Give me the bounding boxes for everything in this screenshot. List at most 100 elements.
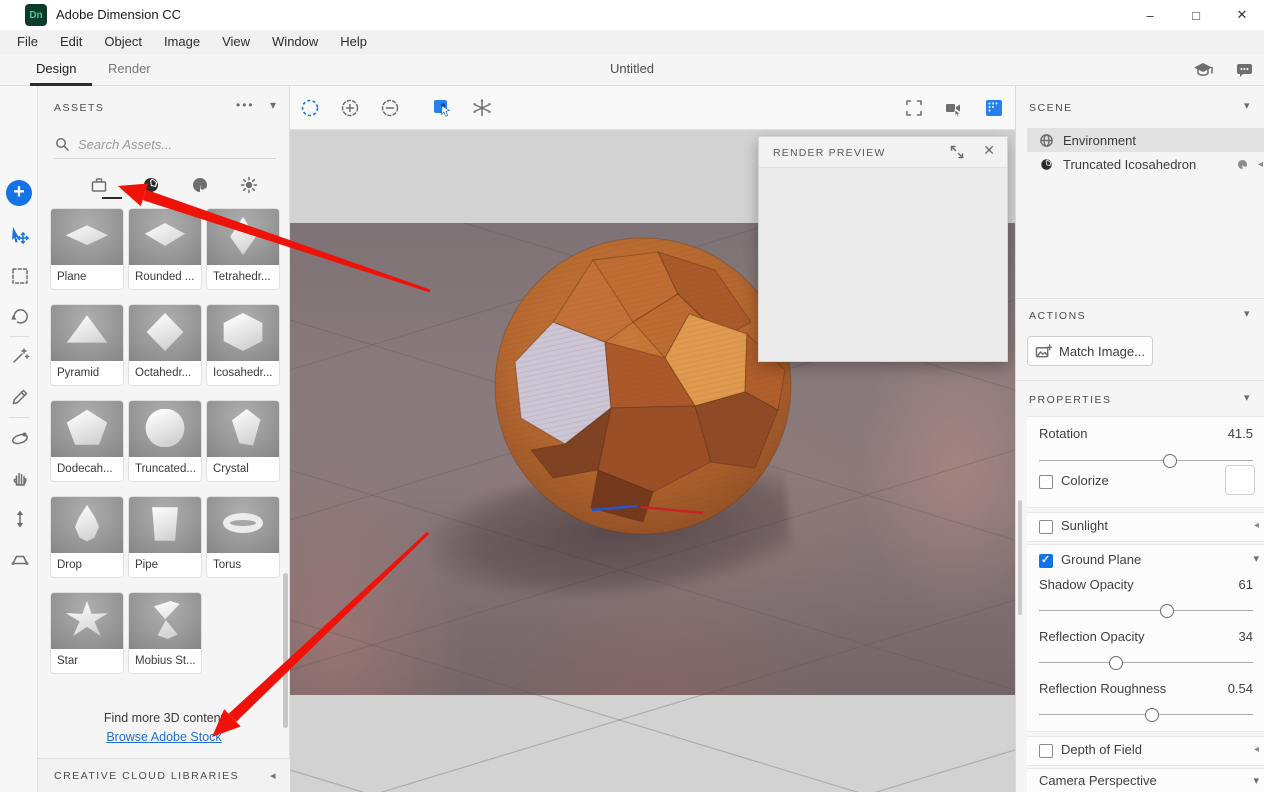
eyedropper-tool-icon[interactable]	[8, 385, 32, 409]
rotate-tool-icon[interactable]	[8, 304, 32, 328]
horizon-tool-icon[interactable]	[8, 547, 32, 571]
maximize-button[interactable]: □	[1174, 0, 1218, 30]
category-models-icon[interactable]	[140, 174, 162, 196]
asset-card[interactable]: Crystal	[206, 400, 280, 482]
shadow-opacity-slider[interactable]	[1039, 603, 1253, 617]
properties-collapse-chevron-icon[interactable]: ▾	[1244, 391, 1250, 404]
menu-item[interactable]: Help	[329, 30, 378, 54]
asset-search-field[interactable]: Search Assets...	[54, 130, 276, 159]
menu-item[interactable]: Edit	[49, 30, 93, 54]
scene-item-environment[interactable]: Environment	[1027, 128, 1264, 152]
asset-card[interactable]: Mobius St...	[128, 592, 202, 674]
asset-grid: Plane Rounded ... Tetrahedr... Pyramid	[50, 208, 284, 674]
rotation-slider-thumb[interactable]	[1163, 454, 1177, 468]
dolly-camera-tool-icon[interactable]	[8, 507, 32, 531]
zoom-fit-icon[interactable]	[902, 96, 926, 120]
render-preview-toggle-icon[interactable]	[982, 96, 1006, 120]
asset-card[interactable]: Rounded ...	[128, 208, 202, 290]
camera-perspective-row[interactable]: Camera Perspective ▾	[1027, 768, 1264, 792]
ground-plane-checkbox[interactable]	[1039, 554, 1053, 568]
render-preview-panel[interactable]: RENDER PREVIEW ✕	[758, 136, 1008, 362]
sunlight-checkbox[interactable]	[1039, 520, 1053, 534]
feedback-icon[interactable]	[1233, 60, 1255, 80]
reflection-opacity-slider-thumb[interactable]	[1109, 656, 1123, 670]
depth-of-field-checkbox[interactable]	[1039, 744, 1053, 758]
depth-of-field-expand-chevron-icon[interactable]: ◂	[1254, 744, 1259, 755]
match-image-icon	[1035, 344, 1052, 359]
magic-wand-tool-icon[interactable]	[8, 344, 32, 368]
orbit-camera-tool-icon[interactable]	[8, 426, 32, 450]
pan-camera-tool-icon[interactable]	[8, 466, 32, 490]
creative-cloud-libraries-bar[interactable]: CREATIVE CLOUD LIBRARIES ◂	[38, 758, 290, 792]
selection-lasso-icon[interactable]	[298, 96, 322, 120]
tools-sidebar: +	[0, 86, 38, 792]
learn-icon[interactable]	[1192, 60, 1214, 80]
menu-item[interactable]: Object	[93, 30, 153, 54]
material-icon[interactable]	[1236, 158, 1249, 171]
close-button[interactable]: ✕	[1220, 0, 1264, 30]
menu-item[interactable]: File	[6, 30, 49, 54]
asset-card[interactable]: Plane	[50, 208, 124, 290]
assets-menu-dots-icon[interactable]: •••	[236, 98, 255, 112]
scene-item-truncated-icosahedron[interactable]: Truncated Icosahedron ◂	[1027, 152, 1264, 176]
select-move-tool-icon[interactable]	[8, 224, 32, 248]
depth-of-field-label: Depth of Field	[1061, 742, 1142, 757]
assets-scrollbar[interactable]	[283, 573, 288, 728]
reflection-roughness-slider-thumb[interactable]	[1145, 708, 1159, 722]
shadow-opacity-value[interactable]: 61	[1239, 577, 1253, 592]
reflection-opacity-value[interactable]: 34	[1239, 629, 1253, 644]
menu-item[interactable]: View	[211, 30, 261, 54]
selection-subtract-icon[interactable]	[378, 96, 402, 120]
actions-collapse-chevron-icon[interactable]: ▾	[1244, 307, 1250, 320]
asset-card[interactable]: Torus	[206, 496, 280, 578]
asset-thumbnail	[51, 209, 123, 265]
asset-card[interactable]: Truncated...	[128, 400, 202, 482]
marquee-select-tool-icon[interactable]	[8, 264, 32, 288]
expand-row-chevron-icon[interactable]: ◂	[1258, 159, 1263, 170]
asset-card[interactable]: Octahedr...	[128, 304, 202, 386]
add-content-button[interactable]: +	[6, 180, 32, 206]
selection-add-icon[interactable]	[338, 96, 362, 120]
camera-perspective-chevron-icon[interactable]: ▾	[1253, 774, 1259, 787]
scene-item-label: Truncated Icosahedron	[1063, 157, 1196, 172]
asset-card[interactable]: Pyramid	[50, 304, 124, 386]
sunlight-expand-chevron-icon[interactable]: ◂	[1254, 520, 1259, 531]
asset-card[interactable]: Star	[50, 592, 124, 674]
category-materials-icon[interactable]	[189, 174, 211, 196]
menu-item[interactable]: Image	[153, 30, 211, 54]
rotation-value[interactable]: 41.5	[1228, 426, 1253, 441]
close-icon[interactable]: ✕	[983, 142, 995, 159]
rotation-slider[interactable]	[1039, 453, 1253, 467]
colorize-color-swatch[interactable]	[1225, 465, 1255, 495]
browse-adobe-stock-link[interactable]: Browse Adobe Stock	[106, 730, 221, 744]
ground-plane-collapse-chevron-icon[interactable]: ▾	[1253, 552, 1259, 565]
assets-collapse-chevron-icon[interactable]: ▾	[270, 98, 276, 112]
category-lights-icon[interactable]	[238, 174, 260, 196]
expand-icon[interactable]	[949, 144, 965, 160]
asset-card[interactable]: Drop	[50, 496, 124, 578]
transform-axes-icon[interactable]	[470, 96, 494, 120]
right-panel-scrollbar[interactable]	[1018, 500, 1022, 615]
render-preview-header[interactable]: RENDER PREVIEW ✕	[759, 137, 1007, 168]
select-similar-icon[interactable]	[430, 96, 454, 120]
reflection-roughness-value[interactable]: 0.54	[1228, 681, 1253, 696]
match-image-button[interactable]: Match Image...	[1027, 336, 1153, 366]
asset-card[interactable]: Pipe	[128, 496, 202, 578]
asset-card[interactable]: Tetrahedr...	[206, 208, 280, 290]
camera-bookmarks-icon[interactable]	[942, 96, 966, 120]
asset-card[interactable]: Dodecah...	[50, 400, 124, 482]
asset-thumbnail	[207, 497, 279, 553]
reflection-opacity-slider[interactable]	[1039, 655, 1253, 669]
asset-card[interactable]: Icosahedr...	[206, 304, 280, 386]
menu-item[interactable]: Window	[261, 30, 329, 54]
reflection-roughness-slider[interactable]	[1039, 707, 1253, 721]
reflection-opacity-label: Reflection Opacity	[1039, 629, 1145, 644]
scene-collapse-chevron-icon[interactable]: ▾	[1244, 99, 1250, 112]
colorize-checkbox[interactable]	[1039, 475, 1053, 489]
libraries-collapse-chevron-icon[interactable]: ◂	[270, 769, 276, 782]
minimize-button[interactable]: –	[1128, 0, 1172, 30]
category-starter-assets-icon[interactable]	[88, 174, 110, 196]
shadow-opacity-slider-thumb[interactable]	[1160, 604, 1174, 618]
viewport-3d-canvas[interactable]: RENDER PREVIEW ✕	[290, 130, 1015, 792]
truncated-icosahedron-object[interactable]	[493, 230, 793, 542]
